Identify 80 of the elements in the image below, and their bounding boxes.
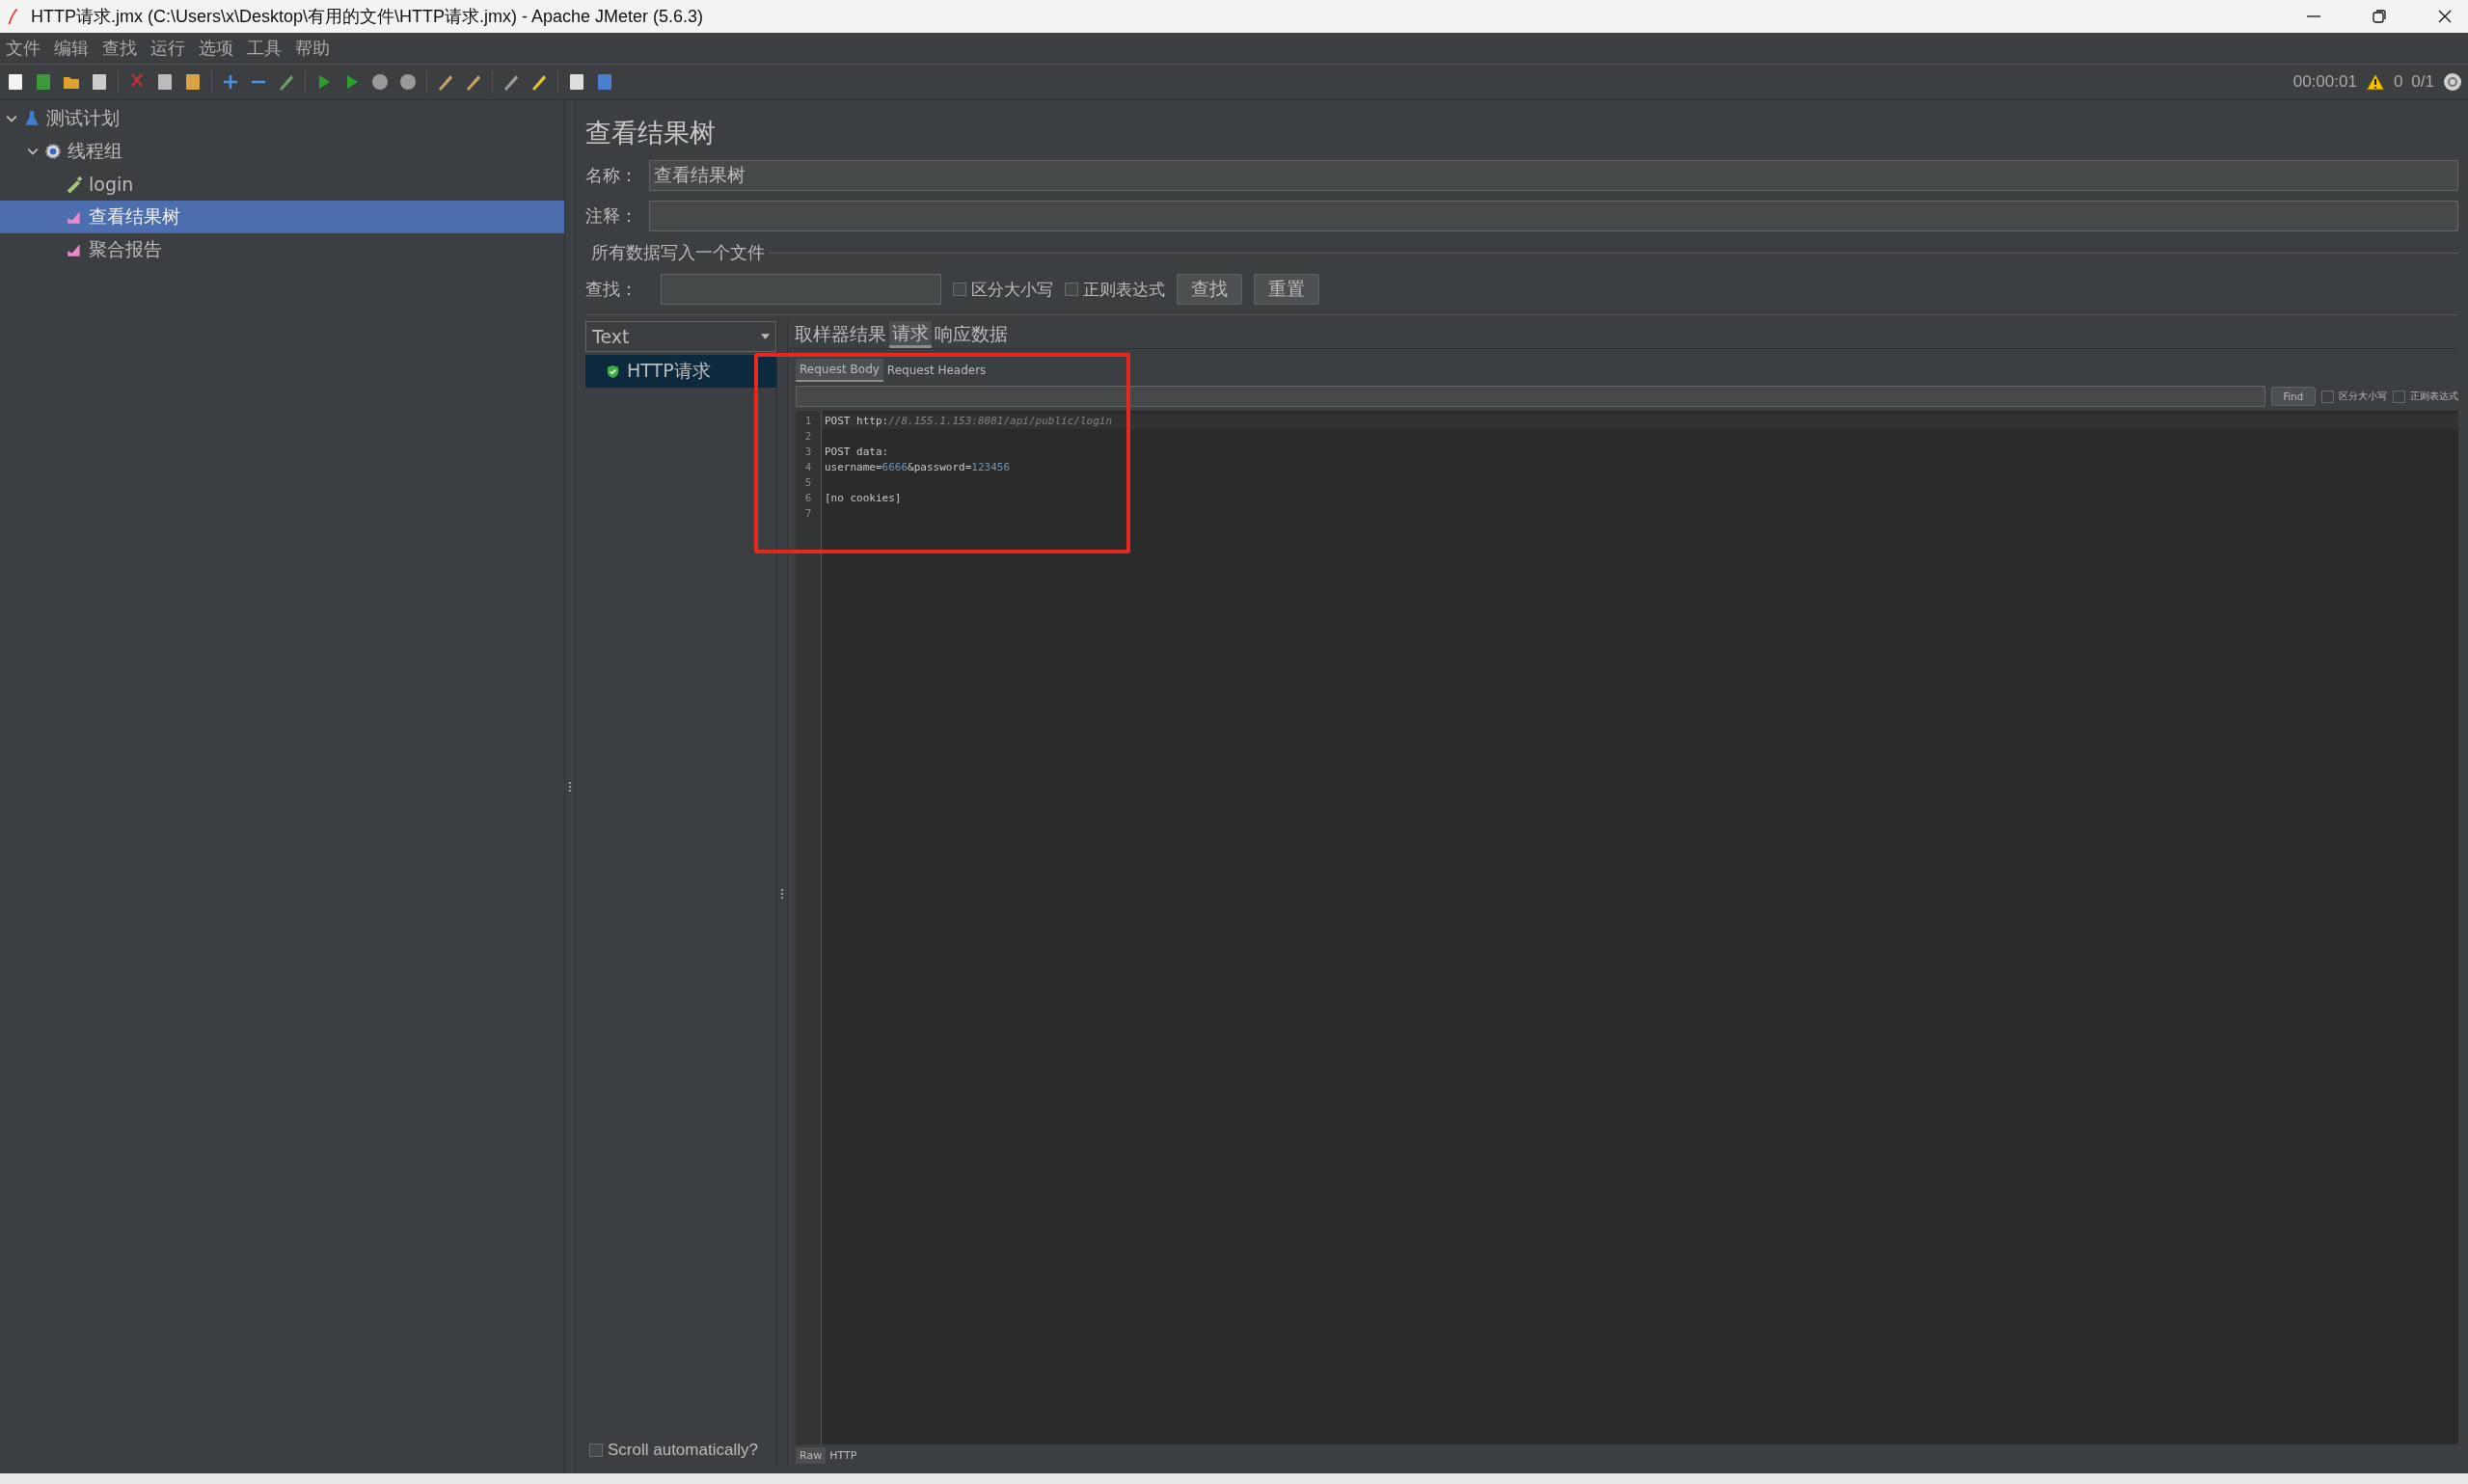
checkbox[interactable] bbox=[2393, 390, 2405, 403]
line-number: 5 bbox=[803, 475, 813, 491]
menu-item[interactable]: 编辑 bbox=[54, 37, 89, 60]
tree-item[interactable]: 线程组 bbox=[0, 135, 564, 168]
line-number: 2 bbox=[803, 429, 813, 445]
checkbox-label: 区分大小写 bbox=[971, 278, 1053, 301]
code-line: POST http://8.155.1.153:8081/api/public/login bbox=[825, 415, 1113, 427]
result-item[interactable]: HTTP请求 bbox=[585, 355, 776, 388]
menu-item[interactable]: 工具 bbox=[247, 37, 282, 60]
tab[interactable]: 取样器结果 bbox=[792, 321, 889, 348]
checkbox-label: 正则表达式 bbox=[2410, 390, 2458, 403]
warning-icon[interactable] bbox=[2365, 72, 2385, 92]
line-number: 3 bbox=[803, 445, 813, 460]
checkbox[interactable] bbox=[1065, 283, 1078, 296]
tab[interactable]: Request Body bbox=[796, 359, 883, 382]
stop-icon[interactable] bbox=[370, 72, 390, 92]
checkbox-label: Scroll automatically? bbox=[608, 1441, 758, 1460]
checkbox[interactable] bbox=[953, 283, 966, 296]
thread-count: 0/1 bbox=[2411, 72, 2434, 92]
checkbox-label: 正则表达式 bbox=[1083, 278, 1165, 301]
shield-check-icon bbox=[607, 364, 619, 379]
restore-icon[interactable] bbox=[2372, 9, 2387, 24]
grip-icon[interactable] bbox=[568, 781, 572, 793]
elapsed-time: 00:00:01 bbox=[2292, 72, 2357, 92]
tree-label: 测试计划 bbox=[46, 106, 120, 130]
renderer-dropdown[interactable]: Text bbox=[585, 321, 776, 352]
menu-item[interactable]: 选项 bbox=[199, 37, 233, 60]
field-label: 查找： bbox=[585, 278, 638, 301]
line-number: 1 bbox=[803, 414, 813, 429]
tree-item[interactable]: 测试计划 bbox=[0, 102, 564, 135]
tab[interactable]: 请求 bbox=[889, 321, 932, 348]
tree-item[interactable]: 查看结果树 bbox=[0, 201, 564, 233]
field-label: 名称： bbox=[585, 164, 638, 187]
dropdown-icon bbox=[761, 334, 770, 339]
panel-title: 查看结果树 bbox=[585, 117, 717, 149]
tree-label: 线程组 bbox=[68, 139, 122, 163]
name-field[interactable]: 查看结果树 bbox=[649, 160, 2458, 191]
pipette-icon bbox=[66, 175, 83, 193]
checkbox[interactable] bbox=[2321, 390, 2334, 403]
tab[interactable]: Raw bbox=[796, 1446, 827, 1464]
find-button[interactable]: Find bbox=[2270, 387, 2316, 406]
close-icon[interactable] bbox=[2437, 9, 2453, 24]
plus-icon[interactable] bbox=[221, 72, 240, 92]
window-title: HTTP请求.jmx (C:\Users\x\Desktop\有用的文件\HTTP请求.jmx) - Apache JMeter (5.6.3) bbox=[31, 6, 704, 28]
tab[interactable]: 响应数据 bbox=[932, 321, 1011, 348]
tree-item[interactable]: login bbox=[0, 168, 564, 201]
gear-icon bbox=[44, 143, 62, 160]
flask-icon bbox=[23, 110, 41, 127]
caret-icon[interactable] bbox=[27, 146, 39, 157]
code-line: username=6666&password=123456 bbox=[825, 461, 1011, 473]
checkbox-label: 区分大小写 bbox=[2339, 390, 2387, 403]
tree-label: 查看结果树 bbox=[89, 204, 180, 229]
tab[interactable]: Request Headers bbox=[882, 359, 990, 382]
line-number: 7 bbox=[803, 506, 813, 522]
comment-field[interactable] bbox=[649, 201, 2458, 231]
code-line: POST data: bbox=[825, 445, 889, 458]
action-button[interactable]: 查找 bbox=[1177, 274, 1242, 305]
menu-item[interactable]: 帮助 bbox=[295, 37, 330, 60]
group-title: 所有数据写入一个文件 bbox=[591, 241, 765, 264]
tab[interactable]: HTTP bbox=[826, 1446, 861, 1464]
tree-item[interactable]: 聚合报告 bbox=[0, 233, 564, 266]
caret-icon[interactable] bbox=[6, 113, 17, 124]
line-number: 6 bbox=[803, 491, 813, 506]
search-field[interactable] bbox=[796, 386, 2265, 407]
search-field[interactable] bbox=[661, 274, 941, 305]
action-button[interactable]: 重置 bbox=[1254, 274, 1319, 305]
tree-label: login bbox=[89, 174, 134, 195]
field-label: 注释： bbox=[585, 204, 638, 228]
code-editor[interactable]: 1 2 3 4 5 6 7 POST http://8.155.1.153:8081/api/public/login POST data: username=6666&password=123456 [no cookies] bbox=[796, 411, 2458, 1444]
shutdown-icon[interactable] bbox=[398, 72, 418, 92]
menu-item[interactable]: 文件 bbox=[6, 37, 41, 60]
grip-icon[interactable] bbox=[780, 887, 784, 900]
line-number: 4 bbox=[803, 460, 813, 475]
warning-count: 0 bbox=[2393, 72, 2403, 92]
menu-item[interactable]: 运行 bbox=[150, 37, 185, 60]
tree-label: 聚合报告 bbox=[89, 237, 162, 261]
code-line: [no cookies] bbox=[825, 492, 902, 504]
menu-item[interactable]: 查找 bbox=[102, 37, 137, 60]
result-label: HTTP请求 bbox=[627, 359, 711, 383]
checkbox[interactable] bbox=[589, 1444, 603, 1457]
